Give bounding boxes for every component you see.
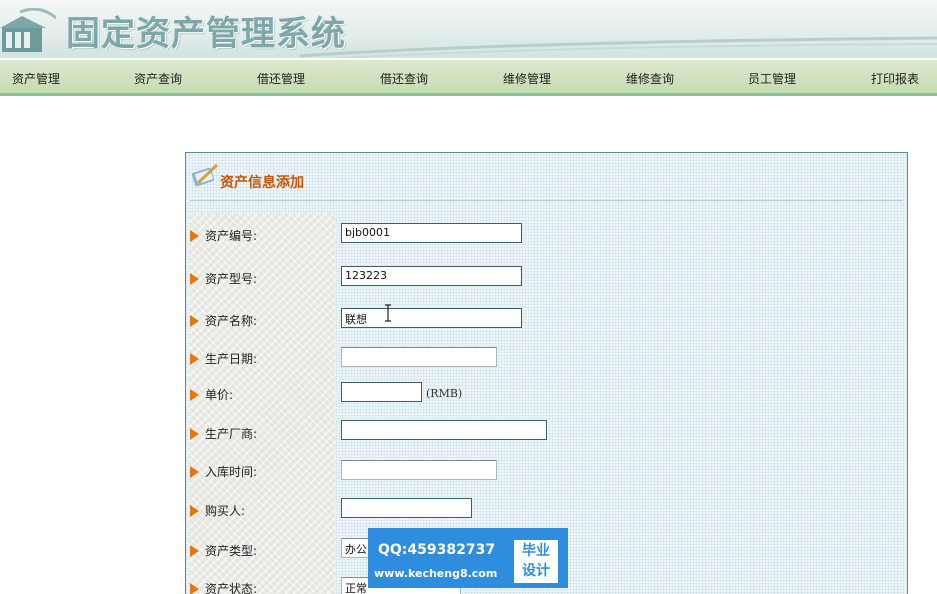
label-unit-price: 单价: xyxy=(190,386,233,403)
header-swoosh xyxy=(300,36,937,58)
arrow-right-icon xyxy=(190,466,199,478)
purchaser-input[interactable] xyxy=(341,498,472,518)
watermark-banner: QQ:459382737 www.kecheng8.com 毕业 设计 xyxy=(368,528,568,588)
pencil-notebook-icon xyxy=(191,163,219,187)
nav-employee-management[interactable]: 员工管理 xyxy=(748,70,796,87)
currency-unit-label: (RMB) xyxy=(426,387,463,400)
nav-repair-management[interactable]: 维修管理 xyxy=(503,70,551,87)
label-asset-type: 资产类型: xyxy=(190,542,257,559)
panel-title: 资产信息添加 xyxy=(220,175,304,191)
label-manufacturer: 生产厂商: xyxy=(190,425,257,442)
watermark-badge-line1: 毕业 xyxy=(522,543,550,559)
arrow-right-icon xyxy=(190,583,199,594)
nav-asset-query[interactable]: 资产查询 xyxy=(134,70,182,87)
nav-repair-query[interactable]: 维修查询 xyxy=(626,70,674,87)
arrow-right-icon xyxy=(190,389,199,401)
arrow-right-icon xyxy=(190,273,199,285)
label-storage-time: 入库时间: xyxy=(190,463,257,480)
unit-price-input[interactable] xyxy=(341,382,422,402)
text-cursor-icon xyxy=(385,304,391,322)
nav-asset-management[interactable]: 资产管理 xyxy=(12,70,60,87)
watermark-qq: QQ:459382737 xyxy=(378,542,496,558)
nav-borrow-query[interactable]: 借还查询 xyxy=(380,70,428,87)
label-asset-name: 资产名称: xyxy=(190,312,257,329)
manufacturer-input[interactable] xyxy=(341,420,547,440)
arrow-right-icon xyxy=(190,505,199,517)
label-asset-model: 资产型号: xyxy=(190,270,257,287)
panel-divider xyxy=(190,200,903,201)
arrow-right-icon xyxy=(190,428,199,440)
storage-time-input[interactable] xyxy=(341,460,497,480)
nav-print-report[interactable]: 打印报表 xyxy=(871,70,919,87)
label-asset-number: 资产编号: xyxy=(190,227,257,244)
main-nav: 资产管理 资产查询 借还管理 借还查询 维修管理 维修查询 员工管理 打印报表 xyxy=(0,58,937,96)
arrow-right-icon xyxy=(190,545,199,557)
watermark-badge: 毕业 设计 xyxy=(514,540,558,583)
asset-number-input[interactable]: bjb0001 xyxy=(341,223,522,243)
asset-model-input[interactable]: 123223 xyxy=(341,266,522,286)
building-logo-icon xyxy=(0,8,56,52)
production-date-input[interactable] xyxy=(341,347,497,367)
label-asset-status: 资产状态: xyxy=(190,580,257,594)
arrow-right-icon xyxy=(190,353,199,365)
arrow-right-icon xyxy=(190,230,199,242)
arrow-right-icon xyxy=(190,315,199,327)
header-banner: 固定资产管理系统 xyxy=(0,0,937,58)
watermark-badge-line2: 设计 xyxy=(522,563,550,579)
label-purchaser: 购买人: xyxy=(190,502,245,519)
label-production-date: 生产日期: xyxy=(190,350,257,367)
asset-name-input[interactable]: 联想 xyxy=(341,308,522,328)
watermark-site: www.kecheng8.com xyxy=(374,567,498,580)
nav-borrow-management[interactable]: 借还管理 xyxy=(257,70,305,87)
